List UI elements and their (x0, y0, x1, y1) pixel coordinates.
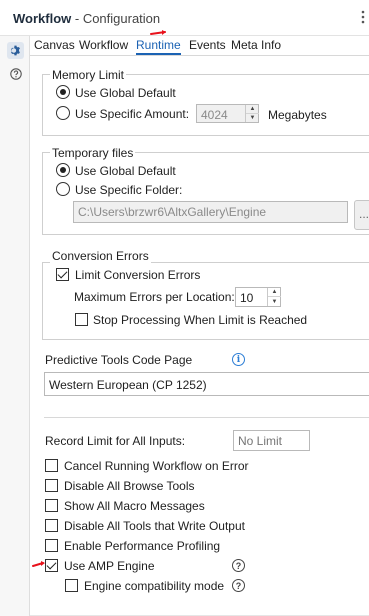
memory-unit-label: Megabytes (268, 108, 327, 122)
record-limit-label: Record Limit for All Inputs: (45, 434, 186, 448)
temp-global-label: Use Global Default (75, 164, 176, 178)
limit-conversion-label: Limit Conversion Errors (75, 268, 201, 282)
runtime-panel: Memory Limit Use Global Default Use Spec… (30, 57, 369, 616)
title-bar: Workflow - Configuration (0, 0, 369, 36)
disable-browse-checkbox[interactable] (45, 479, 58, 492)
limit-conversion-checkbox[interactable] (56, 268, 69, 281)
help-circle-icon[interactable] (7, 65, 24, 82)
info-icon[interactable]: i (232, 353, 245, 366)
left-rail (0, 36, 30, 616)
max-errors-value: 10 (240, 291, 254, 305)
temp-specific-radio[interactable] (56, 182, 70, 196)
disable-browse-label: Disable All Browse Tools (64, 479, 195, 493)
temp-specific-label: Use Specific Folder: (75, 183, 183, 197)
show-macro-messages-checkbox[interactable] (45, 499, 58, 512)
memory-specific-label: Use Specific Amount: (75, 107, 190, 121)
max-errors-stepper[interactable]: 10 ▲ ▼ (235, 287, 281, 307)
disable-write-output-label: Disable All Tools that Write Output (64, 519, 245, 533)
stepper-down-icon[interactable]: ▼ (268, 297, 281, 306)
show-macro-messages-label: Show All Macro Messages (64, 499, 205, 513)
temp-global-radio[interactable] (56, 163, 70, 177)
section-divider (44, 417, 369, 418)
codepage-label: Predictive Tools Code Page (45, 353, 193, 367)
cancel-on-error-label: Cancel Running Workflow on Error (64, 459, 249, 473)
performance-profiling-checkbox[interactable] (45, 539, 58, 552)
stop-processing-checkbox[interactable] (75, 313, 88, 326)
help-icon[interactable]: ? (232, 559, 245, 572)
engine-compat-checkbox[interactable] (65, 579, 78, 592)
memory-limit-title: Memory Limit (50, 68, 127, 82)
tab-events[interactable]: Events (189, 38, 226, 52)
conversion-errors-title: Conversion Errors (50, 249, 151, 263)
cancel-on-error-checkbox[interactable] (45, 459, 58, 472)
disable-write-output-checkbox[interactable] (45, 519, 58, 532)
performance-profiling-label: Enable Performance Profiling (64, 539, 221, 553)
tab-strip: Canvas Workflow Runtime Events Meta Info (30, 36, 369, 56)
annotation-arrow-icon (150, 30, 166, 35)
stop-processing-label: Stop Processing When Limit is Reached (93, 313, 308, 327)
tab-canvas[interactable]: Canvas (34, 38, 75, 52)
use-amp-engine-label: Use AMP Engine (64, 559, 155, 573)
stepper-up-icon[interactable]: ▲ (246, 105, 259, 114)
stepper-up-icon[interactable]: ▲ (268, 288, 281, 297)
memory-amount-stepper[interactable]: 4024 ▲ ▼ (196, 104, 259, 123)
memory-specific-radio[interactable] (56, 106, 70, 120)
engine-compat-label: Engine compatibility mode (84, 579, 225, 593)
memory-global-radio[interactable] (56, 85, 70, 99)
gear-icon[interactable] (7, 42, 24, 59)
window-title-bold: Workflow (13, 11, 72, 26)
window-title: Workflow - Configuration (13, 11, 160, 26)
codepage-select[interactable]: Western European (CP 1252) (44, 372, 369, 396)
use-amp-engine-checkbox[interactable] (45, 559, 58, 572)
max-errors-label: Maximum Errors per Location: (74, 290, 235, 304)
temp-files-title: Temporary files (50, 146, 136, 160)
memory-global-label: Use Global Default (75, 86, 176, 100)
stepper-down-icon[interactable]: ▼ (246, 114, 259, 123)
tab-runtime[interactable]: Runtime (136, 38, 181, 55)
temp-folder-field[interactable]: C:\Users\brzwr6\AltxGallery\Engine (73, 201, 348, 223)
window-title-sub: - Configuration (71, 11, 161, 26)
tab-meta-info[interactable]: Meta Info (231, 38, 281, 52)
annotation-arrow-icon (32, 561, 45, 567)
tab-workflow[interactable]: Workflow (79, 38, 128, 52)
vertical-dots-icon[interactable] (359, 10, 367, 26)
help-icon[interactable]: ? (232, 579, 245, 592)
temp-browse-button[interactable]: ... (354, 200, 369, 230)
record-limit-input[interactable] (233, 430, 310, 451)
memory-amount-value: 4024 (201, 108, 228, 122)
